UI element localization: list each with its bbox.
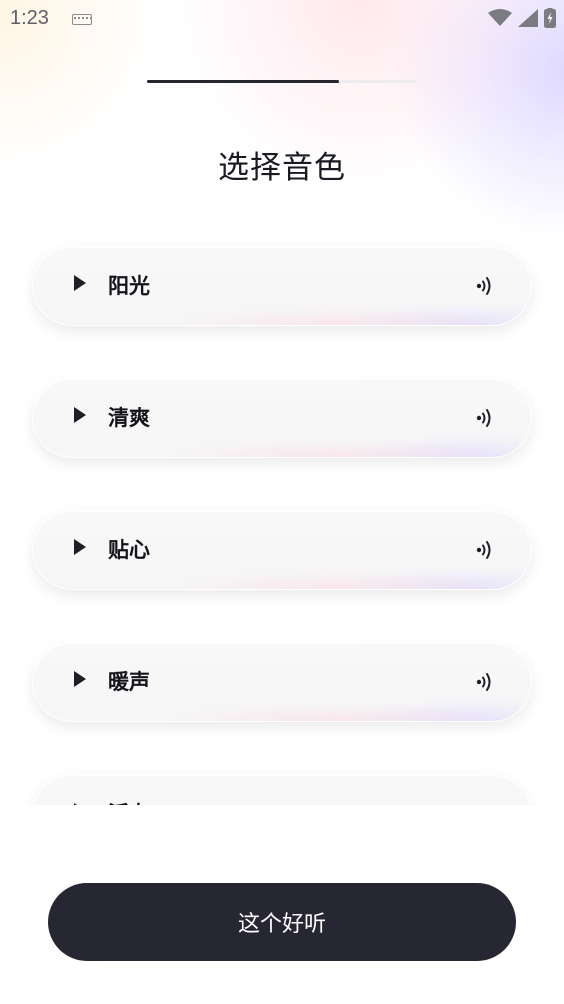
sound-wave-icon[interactable] — [475, 273, 495, 299]
play-icon[interactable] — [74, 275, 86, 291]
confirm-voice-button[interactable]: 这个好听 — [48, 883, 516, 961]
status-time: 1:23 — [10, 7, 49, 29]
status-bar: 1:23 — [0, 0, 564, 40]
play-icon[interactable] — [74, 539, 86, 555]
sound-wave-icon[interactable] — [475, 669, 495, 695]
voice-option-yangguang[interactable]: 阳光 — [32, 246, 532, 326]
play-icon[interactable] — [74, 671, 86, 687]
sound-wave-icon[interactable] — [475, 405, 495, 431]
status-icons — [488, 8, 556, 28]
voice-option-qingshuang[interactable]: 清爽 — [32, 378, 532, 458]
voice-option-nuansheng[interactable]: 暖声 — [32, 642, 532, 722]
sound-wave-icon[interactable] — [475, 537, 495, 563]
cellular-signal-icon — [518, 9, 538, 27]
voice-label: 暖声 — [108, 670, 150, 694]
page-title: 选择音色 — [218, 150, 346, 186]
voice-label: 清爽 — [108, 406, 150, 430]
voice-option-tiexin[interactable]: 贴心 — [32, 510, 532, 590]
keyboard-icon — [72, 14, 92, 25]
sound-wave-icon[interactable] — [475, 801, 495, 805]
voice-label: 活力 — [108, 798, 150, 805]
voice-list[interactable]: 阳光 清爽 贴心 暖声 — [0, 230, 564, 805]
play-icon[interactable] — [74, 407, 86, 423]
voice-label: 阳光 — [108, 274, 150, 298]
play-icon[interactable] — [74, 803, 86, 805]
progress-bar — [147, 80, 417, 83]
progress-bar-fill — [147, 80, 339, 83]
voice-label: 贴心 — [108, 538, 150, 562]
wifi-icon — [488, 9, 512, 26]
battery-charging-icon — [544, 8, 556, 28]
voice-option-huoli[interactable]: 活力 — [32, 774, 532, 805]
